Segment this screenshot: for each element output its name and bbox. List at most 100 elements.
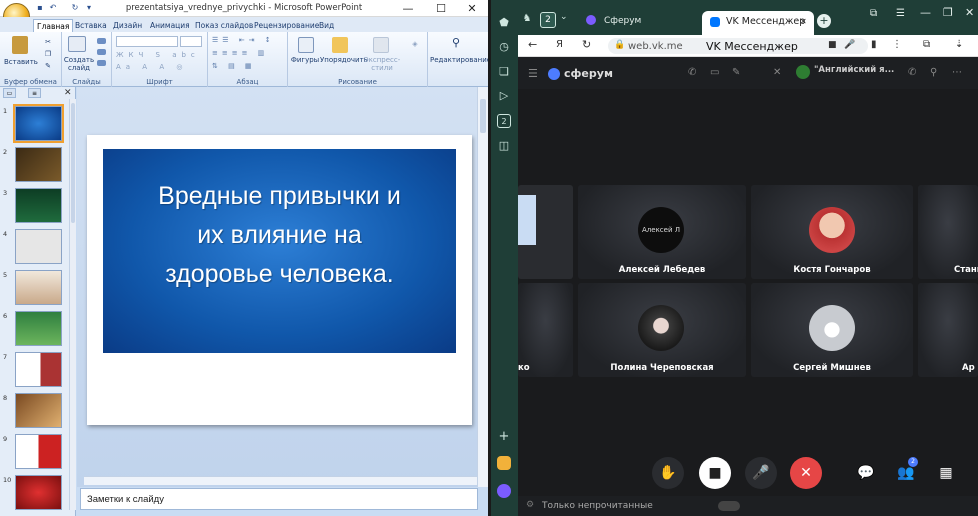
layout-icon[interactable]: ▦	[930, 457, 962, 489]
horizontal-scrollbar[interactable]	[84, 476, 477, 485]
font-case-buttons[interactable]: Aa A A ◎	[116, 63, 202, 71]
editing-button[interactable]: Редактирование	[430, 56, 488, 64]
participant-tile[interactable]: Костя Гончаров	[751, 185, 913, 279]
font-name-select[interactable]	[116, 36, 178, 47]
slide-thumbnail-9[interactable]	[15, 434, 62, 469]
tab-sferum[interactable]: Сферум	[604, 11, 684, 31]
minimize-icon[interactable]: —	[920, 6, 934, 19]
call-icon[interactable]: ✆	[908, 67, 916, 78]
quick-styles-button[interactable]: Экспресс-стили	[360, 56, 404, 72]
undo-icon[interactable]: ↶	[48, 3, 58, 13]
shape-fill-icon[interactable]: ◈	[408, 40, 422, 48]
close-window-icon[interactable]: ✕	[965, 6, 978, 19]
bookmarks-icon[interactable]: ⧉	[870, 8, 884, 19]
participant-tile[interactable]: ● Сергей Мишнев	[751, 283, 913, 377]
tab-vk-messenger[interactable]: VK Мессенджер ✕	[702, 11, 814, 35]
mic-icon[interactable]: 🎤	[844, 40, 855, 50]
chat-icon[interactable]: 💬	[850, 457, 882, 489]
current-slide[interactable]: Вредные привычки и их влияние на здоровь…	[87, 135, 472, 425]
new-tab-icon[interactable]: +	[817, 14, 831, 28]
menu-icon[interactable]: ♞	[520, 13, 534, 27]
settings-icon[interactable]: ⚙	[526, 500, 534, 510]
notes-field[interactable]: Заметки к слайду	[80, 488, 478, 510]
history-icon[interactable]: ◷	[497, 40, 511, 54]
end-call-icon[interactable]: ✕	[790, 457, 822, 489]
browser-menu-icon[interactable]: ☰	[896, 8, 910, 19]
slide-thumbnail-2[interactable]	[15, 147, 62, 182]
minimize-icon[interactable]: —	[392, 0, 424, 17]
unread-toggle[interactable]	[718, 501, 740, 511]
screen-share-tile[interactable]	[518, 185, 573, 279]
participant-tile[interactable]: Полина Череповская	[578, 283, 746, 377]
yandex-icon[interactable]: Я	[556, 39, 563, 50]
list-buttons[interactable]: ☰☰ ⇤⇥ ↕	[212, 36, 284, 44]
slide-title-box[interactable]: Вредные привычки и их влияние на здоровь…	[103, 149, 456, 353]
align-buttons[interactable]: ≡≡≡≡ ▥	[212, 49, 284, 57]
archive-icon[interactable]: ▭	[710, 67, 719, 78]
font-format-buttons[interactable]: ЖКЧ S abc	[116, 51, 202, 59]
reload-icon[interactable]: ↻	[582, 38, 591, 51]
participant-tile[interactable]: Алексей Л Алексей Лебедев	[578, 185, 746, 279]
copy-icon[interactable]: ❐	[42, 50, 54, 58]
camera-icon[interactable]: ■	[828, 40, 837, 50]
shield-icon[interactable]: ⬟	[497, 16, 511, 30]
tab-insert[interactable]: Вставка	[72, 19, 110, 32]
search-icon[interactable]: ⚲	[930, 67, 937, 78]
slide-thumbnail-1[interactable]	[13, 104, 64, 143]
tab-slideshow[interactable]: Показ слайдов	[192, 19, 256, 32]
slide-thumbnail-4[interactable]	[15, 229, 62, 264]
compose-icon[interactable]: ✎	[732, 67, 740, 78]
reset-icon[interactable]	[97, 49, 106, 55]
font-size-select[interactable]	[180, 36, 202, 47]
url-field[interactable]: 🔒 web.vk.me VK Мессенджер ■ 🎤	[608, 38, 868, 54]
slide-thumbnail-8[interactable]	[15, 393, 62, 428]
shapes-button[interactable]: Фигуры	[290, 56, 320, 64]
layout-icon[interactable]	[97, 38, 106, 44]
close-tab-icon[interactable]: ✕	[800, 11, 807, 33]
outline-tab[interactable]: ≡	[28, 88, 41, 98]
slide-thumbnail-5[interactable]	[15, 270, 62, 305]
extensions-icon[interactable]: ⧉	[923, 39, 930, 50]
slide-thumbnail-10[interactable]	[15, 475, 62, 510]
customize-quick-access-icon[interactable]: ▾	[84, 3, 94, 13]
close-icon[interactable]: ✕	[456, 0, 488, 17]
participant-tile[interactable]: ко	[518, 283, 573, 377]
close-chat-icon[interactable]: ✕	[773, 67, 781, 78]
raise-hand-icon[interactable]: ✋	[652, 457, 684, 489]
tab-home[interactable]: Главная	[33, 19, 74, 32]
cut-icon[interactable]: ✂	[42, 38, 54, 46]
direction-buttons[interactable]: ⇅ ▤ ▦	[212, 62, 284, 70]
scroll-thumb[interactable]	[480, 99, 486, 133]
menu-icon[interactable]: ☰	[528, 67, 538, 80]
play-icon[interactable]: ▷	[497, 89, 511, 103]
tab-count-badge[interactable]: 2	[540, 12, 556, 28]
redo-icon[interactable]: ↻	[70, 3, 80, 13]
bookmark-icon[interactable]: ▮	[871, 39, 877, 50]
screenshot-icon[interactable]: ◫	[497, 139, 511, 153]
downloads-icon[interactable]: ⇣	[955, 39, 963, 50]
tab-review[interactable]: Рецензирование	[251, 19, 322, 32]
slide-thumbnail-3[interactable]	[15, 188, 62, 223]
more-icon[interactable]: ⋯	[952, 67, 962, 78]
slide-thumbnail-7[interactable]	[15, 352, 62, 387]
participant-tile[interactable]: Стани	[918, 185, 978, 279]
collections-icon[interactable]: ❏	[497, 65, 511, 79]
slide-scrollbar[interactable]	[477, 87, 488, 487]
microphone-icon[interactable]: 🎤	[745, 457, 777, 489]
alice-icon[interactable]	[497, 484, 511, 498]
back-icon[interactable]: ←	[528, 38, 537, 51]
new-slide-button[interactable]: Создать слайд	[62, 56, 96, 72]
tab-view[interactable]: Вид	[316, 19, 337, 32]
camera-off-icon[interactable]: ■	[699, 457, 731, 489]
more-icon[interactable]: ⋮	[892, 39, 902, 50]
slides-tab[interactable]: ▭	[3, 88, 16, 98]
tab-design[interactable]: Дизайн	[110, 19, 145, 32]
app-icon[interactable]	[497, 456, 511, 470]
slide-thumbnail-6[interactable]	[15, 311, 62, 346]
participant-tile[interactable]: Ар	[918, 283, 978, 377]
phone-icon[interactable]: ✆	[688, 67, 696, 78]
restore-icon[interactable]: ❐	[943, 6, 957, 19]
scroll-thumb[interactable]	[71, 103, 75, 223]
maximize-icon[interactable]: ☐	[425, 0, 457, 17]
tab-count-icon[interactable]: 2	[497, 114, 511, 128]
